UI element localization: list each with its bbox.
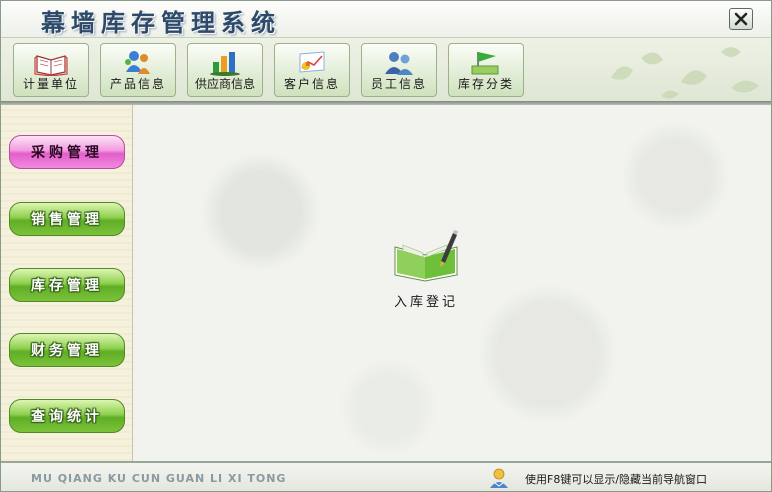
sidebar-item-query-stats[interactable]: 查询统计 [9, 399, 125, 433]
toolbar-measure-unit-button[interactable]: 计量单位 [13, 43, 89, 97]
sidebar-item-label: 库存管理 [31, 278, 103, 294]
toolbar-item-label: 客户信息 [283, 77, 340, 91]
toolbar-supplier-info-button[interactable]: 供应商信息 [187, 43, 263, 97]
toolbar-employee-info-button[interactable]: 员工信息 [361, 43, 437, 97]
close-button[interactable] [729, 8, 753, 30]
user-info-icon [490, 468, 508, 488]
toolbar-item-label: 供应商信息 [194, 77, 255, 91]
sidebar-item-label: 销售管理 [31, 212, 103, 228]
toolbar-item-label: 计量单位 [22, 77, 79, 91]
toolbar-item-label: 员工信息 [370, 77, 427, 91]
supplier-chart-icon [210, 52, 240, 76]
toolbar-product-info-button[interactable]: 产品信息 [100, 43, 176, 97]
employees-icon [385, 52, 413, 75]
sidebar-nav: 采购管理 销售管理 库存管理 财务管理 查询统计 [1, 105, 133, 461]
toolbar-stock-category-button[interactable]: 库存分类 [448, 43, 524, 97]
footer-hint-text: 使用F8键可以显示/隐藏当前导航窗口 [525, 473, 708, 486]
toolbar: 计量单位 产品信息 供应商信息 客户信息 员工信息 库存分类 [1, 37, 771, 101]
app-window: 幕墙库存管理系统 计量单位 产品信息 供应商信息 客户信息 员工信息 库存分类 … [0, 0, 772, 492]
app-title: 幕墙库存管理系统 [41, 8, 281, 37]
leaf-decoration-icon [611, 47, 759, 99]
footer-pinyin-text: MU QIANG KU CUN GUAN LI XI TONG [31, 472, 287, 485]
sidebar-item-label: 采购管理 [31, 145, 103, 161]
sidebar-item-label: 查询统计 [31, 409, 103, 425]
book-icon [34, 55, 68, 76]
sidebar-item-inventory[interactable]: 库存管理 [9, 268, 125, 302]
product-people-icon [125, 51, 150, 74]
main-content: 入库登记 [133, 105, 771, 461]
close-icon [734, 12, 748, 26]
toolbar-item-label: 库存分类 [457, 77, 514, 91]
toolbar-customer-info-button[interactable]: 客户信息 [274, 43, 350, 97]
stock-in-register-shortcut[interactable]: 入库登记 [381, 227, 471, 317]
stock-category-icon [471, 52, 499, 75]
entry-label: 入库登记 [393, 295, 458, 310]
sidebar-item-purchase[interactable]: 采购管理 [9, 135, 125, 169]
sidebar-item-sales[interactable]: 销售管理 [9, 202, 125, 236]
title-bar: 幕墙库存管理系统 [1, 1, 771, 37]
toolbar-item-label: 产品信息 [109, 77, 166, 91]
status-bar: MU QIANG KU CUN GUAN LI XI TONG 使用F8键可以显… [1, 461, 771, 491]
sidebar-item-finance[interactable]: 财务管理 [9, 333, 125, 367]
notebook-pen-icon [394, 230, 458, 282]
customer-chart-icon [299, 51, 325, 73]
sidebar-item-label: 财务管理 [31, 343, 103, 359]
